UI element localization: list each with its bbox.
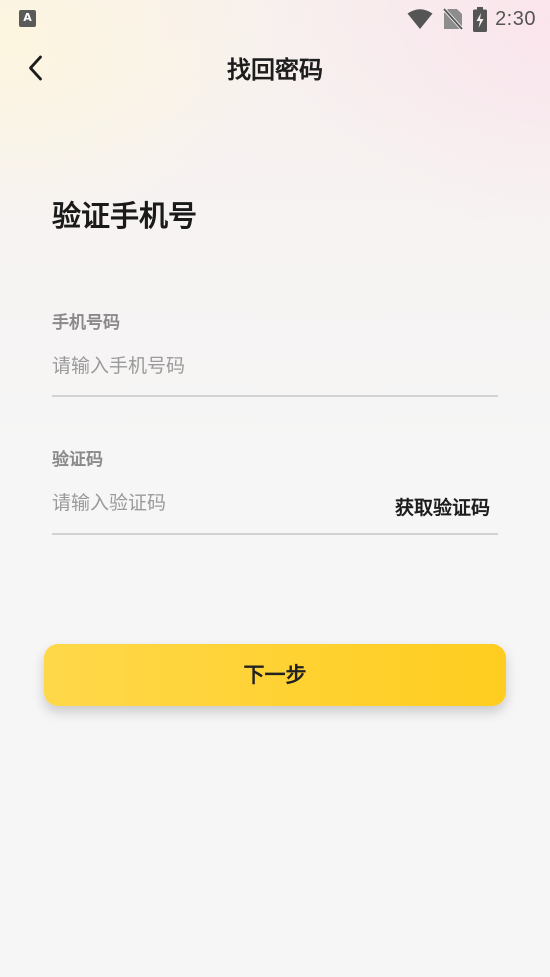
section-title: 验证手机号	[52, 199, 198, 233]
code-input[interactable]	[52, 483, 372, 523]
get-code-button[interactable]: 获取验证码	[395, 493, 490, 523]
page-title: 找回密码	[227, 56, 323, 84]
no-sim-icon	[443, 7, 464, 31]
status-right-group: 2:30	[407, 6, 536, 32]
status-bar: A 2:30	[0, 0, 550, 38]
status-time: 2:30	[495, 7, 536, 30]
phone-label: 手机号码	[52, 313, 120, 333]
app-notification-icon: A	[19, 10, 36, 27]
next-button[interactable]: 下一步	[44, 644, 506, 706]
battery-charging-icon	[473, 6, 488, 32]
code-label: 验证码	[52, 450, 103, 470]
header: 找回密码	[0, 48, 550, 92]
phone-underline	[52, 395, 498, 397]
phone-input[interactable]	[52, 346, 498, 386]
wifi-icon	[407, 8, 433, 30]
code-underline	[52, 533, 498, 535]
